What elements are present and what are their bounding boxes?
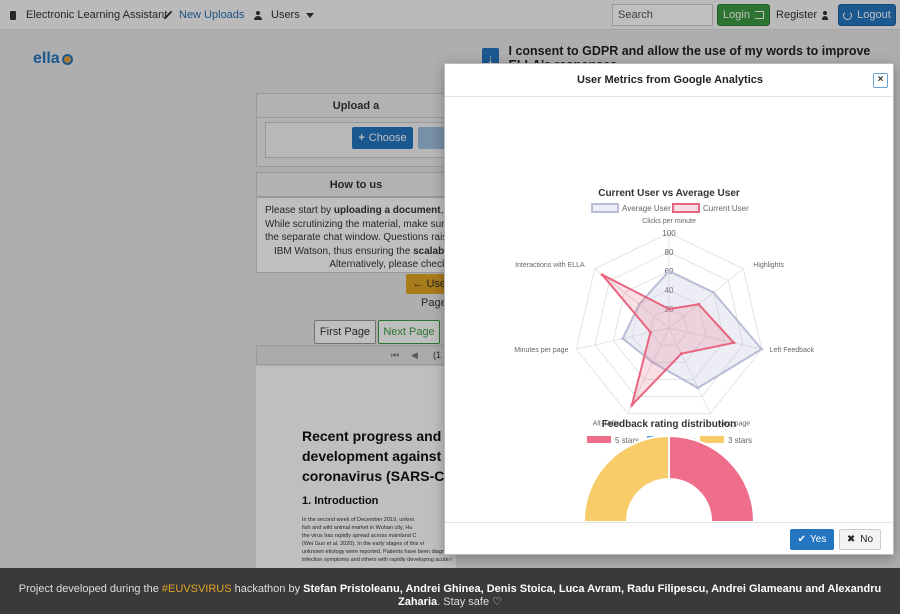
analytics-charts: Current User vs Average User Average Use…: [514, 188, 815, 521]
radar-point: [732, 341, 736, 345]
no-label: No: [860, 534, 874, 545]
no-button[interactable]: ✖ No: [839, 529, 881, 550]
legend-label: Average User: [622, 204, 671, 213]
modal-title: User Metrics from Google Analytics: [576, 74, 764, 86]
footer: Project developed during the #EUVSVIRUS …: [0, 568, 900, 614]
legend-label: 3 stars: [728, 436, 752, 445]
check-icon: ✔: [797, 534, 807, 545]
radar-tick-label: 100: [662, 229, 676, 238]
legend-swatch: [700, 436, 724, 443]
radar-series: [600, 269, 764, 409]
legend-swatch: [591, 203, 619, 213]
radar-axis-label: Highlights: [753, 262, 784, 269]
times-icon: ✖: [846, 534, 856, 545]
radar-axis-label: Clicks per minute: [642, 218, 696, 225]
yes-button[interactable]: ✔ Yes: [790, 529, 834, 550]
radar-point: [630, 403, 634, 407]
radar-legend: Average User Current User: [591, 203, 749, 213]
radar-point: [600, 273, 604, 277]
radar-point: [697, 302, 701, 306]
radar-point: [648, 330, 652, 334]
modal-body: Current User vs Average User Average Use…: [445, 98, 893, 521]
doughnut-slice: [583, 434, 670, 521]
radar-point: [712, 290, 716, 294]
modal-header: User Metrics from Google Analytics ×: [445, 64, 893, 97]
radar-tick-label: 80: [665, 248, 674, 257]
hashtag-link[interactable]: #EUVSVIRUS: [162, 583, 232, 595]
radar-point: [696, 386, 700, 390]
legend-label: Current User: [703, 204, 749, 213]
radar-axis-label: Interactions with ELLA: [515, 262, 585, 269]
legend-swatch: [587, 436, 611, 443]
yes-label: Yes: [810, 534, 827, 545]
close-icon[interactable]: ×: [873, 73, 888, 88]
radar-axis-label: Minutes per page: [514, 347, 568, 354]
radar-point: [667, 269, 671, 273]
radar-axis-label: Left Feedback: [770, 347, 815, 354]
legend-swatch: [672, 203, 700, 213]
user-metrics-modal: User Metrics from Google Analytics × Cur…: [444, 63, 894, 555]
authors: Stefan Pristoleanu, Andrei Ghinea, Denis…: [303, 583, 882, 608]
radar-chart-title: Current User vs Average User: [598, 188, 740, 199]
radar-point: [760, 347, 764, 351]
doughnut-chart-title: Feedback rating distribution: [602, 419, 736, 430]
doughnut-slice: [668, 434, 755, 521]
radar-point: [667, 307, 671, 311]
modal-footer: ✔ Yes ✖ No: [445, 522, 893, 554]
doughnut-chart: [583, 434, 755, 521]
radar-point: [621, 337, 625, 341]
radar-point: [679, 352, 683, 356]
